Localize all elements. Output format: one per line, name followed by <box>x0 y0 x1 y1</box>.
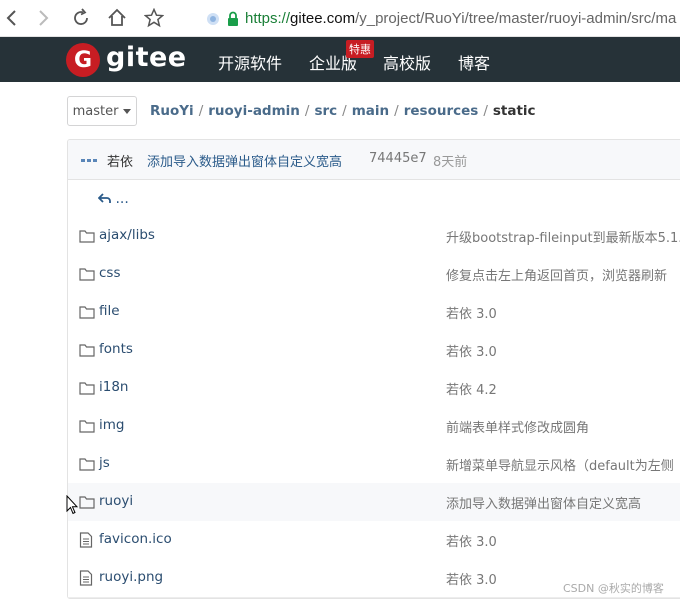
file-name-link[interactable]: file <box>99 303 120 319</box>
commit-sha[interactable]: 74445e7 <box>369 151 427 166</box>
file-icon <box>79 570 93 590</box>
caret-down-icon <box>123 108 132 114</box>
file-commit-message[interactable]: 若依 4.2 <box>446 379 497 398</box>
folder-icon <box>79 418 95 437</box>
file-name-link[interactable]: ruoyi <box>99 493 133 509</box>
watermark: CSDN @秋实的博客 <box>563 582 664 595</box>
breadcrumb-item[interactable]: resources <box>404 103 479 119</box>
parent-directory-link[interactable]: ... <box>97 191 129 207</box>
commit-message[interactable]: 添加导入数据弹出窗体自定义宽高 <box>147 151 342 170</box>
back-icon[interactable] <box>0 6 24 30</box>
folder-icon <box>79 456 95 475</box>
breadcrumb-separator: / <box>198 103 204 119</box>
home-icon[interactable] <box>105 6 129 30</box>
parent-directory-label: ... <box>115 191 129 207</box>
file-name-link[interactable]: i18n <box>99 379 129 395</box>
reload-icon[interactable] <box>69 6 93 30</box>
commit-author[interactable]: 若依 <box>107 151 133 170</box>
parent-directory-row[interactable]: ... <box>68 179 680 218</box>
bookmark-star-icon[interactable] <box>142 6 166 30</box>
breadcrumb-separator: / <box>394 103 399 119</box>
breadcrumb-current: static <box>492 103 536 119</box>
file-table: 若依 添加导入数据弹出窗体自定义宽高 74445e7 8天前 ... ajax/… <box>67 139 680 599</box>
gitee-logo-text[interactable]: gitee <box>106 42 187 73</box>
file-row[interactable]: fonts 若依 3.0 <box>68 331 680 370</box>
file-name-link[interactable]: js <box>99 455 110 471</box>
reply-arrow-icon <box>97 193 111 203</box>
url-host: gitee.com <box>290 9 356 27</box>
file-name-link[interactable]: css <box>99 265 121 281</box>
file-row[interactable]: js 新增菜单导航显示风格（default为左侧 <box>68 445 680 484</box>
browser-toolbar: https://gitee.com/y_project/RuoYi/tree/m… <box>0 0 680 37</box>
latest-commit-row: 若依 添加导入数据弹出窗体自定义宽高 74445e7 8天前 <box>68 140 680 180</box>
folder-icon <box>79 304 95 323</box>
branch-label: master <box>72 103 119 119</box>
file-row[interactable]: css 修复点击左上角返回首页，浏览器刷新 <box>68 255 680 294</box>
breadcrumb-separator: / <box>483 103 488 119</box>
file-name-link[interactable]: ajax/libs <box>99 227 155 243</box>
file-icon <box>79 532 93 552</box>
file-commit-message[interactable]: 若依 3.0 <box>446 303 497 322</box>
breadcrumb-separator: / <box>304 103 310 119</box>
gitee-logo-icon[interactable]: G <box>66 43 100 77</box>
branch-select[interactable]: master <box>67 96 137 126</box>
file-commit-message[interactable]: 新增菜单导航显示风格（default为左侧 <box>446 455 674 474</box>
nav-education[interactable]: 高校版 <box>383 50 431 74</box>
forward-icon[interactable] <box>31 6 55 30</box>
file-row[interactable]: favicon.ico 若依 3.0 <box>68 521 680 560</box>
nav-open-source[interactable]: 开源软件 <box>218 50 282 74</box>
file-name-link[interactable]: img <box>99 417 124 433</box>
file-commit-message[interactable]: 若依 3.0 <box>446 531 497 550</box>
lock-icon <box>221 7 245 31</box>
file-name-link[interactable]: favicon.ico <box>99 531 172 547</box>
breadcrumb-separator: / <box>342 103 347 119</box>
file-commit-message[interactable]: 若依 3.0 <box>446 341 497 360</box>
folder-icon <box>79 494 95 513</box>
breadcrumb-item[interactable]: main <box>352 103 389 119</box>
file-row[interactable]: file 若依 3.0 <box>68 293 680 332</box>
folder-icon <box>79 342 95 361</box>
commit-time: 8天前 <box>433 155 468 170</box>
file-row[interactable]: ajax/libs 升级bootstrap-fileinput到最新版本5.1. <box>68 217 680 256</box>
commit-dots-icon <box>81 159 97 162</box>
nav-blog[interactable]: 博客 <box>458 50 490 74</box>
url-scheme: https:// <box>245 9 291 27</box>
file-row[interactable]: i18n 若依 4.2 <box>68 369 680 408</box>
file-commit-message[interactable]: 修复点击左上角返回首页，浏览器刷新 <box>446 265 667 284</box>
mouse-cursor-icon <box>66 494 79 519</box>
file-name-link[interactable]: fonts <box>99 341 133 357</box>
folder-icon <box>79 266 95 285</box>
breadcrumb-item[interactable]: src <box>314 103 337 119</box>
folder-icon <box>79 228 95 247</box>
breadcrumb-item[interactable]: ruoyi-admin <box>208 103 300 119</box>
address-bar[interactable]: https://gitee.com/y_project/RuoYi/tree/m… <box>245 5 680 31</box>
file-row[interactable]: img 前端表单样式修改成圆角 <box>68 407 680 446</box>
url-path: /y_project/RuoYi/tree/master/ruoyi-admin… <box>355 9 677 27</box>
promo-badge: 特惠 <box>346 40 374 58</box>
folder-icon <box>79 380 95 399</box>
file-commit-message[interactable]: 添加导入数据弹出窗体自定义宽高 <box>446 493 641 512</box>
breadcrumb: RuoYi / ruoyi-admin / src / main / resources / sta… <box>150 103 536 119</box>
file-commit-message[interactable]: 若依 3.0 <box>446 569 497 588</box>
file-commit-message[interactable]: 升级bootstrap-fileinput到最新版本5.1. <box>446 227 680 246</box>
file-commit-message[interactable]: 前端表单样式修改成圆角 <box>446 417 589 436</box>
file-row[interactable]: ruoyi 添加导入数据弹出窗体自定义宽高 <box>68 483 680 522</box>
file-name-link[interactable]: ruoyi.png <box>99 569 163 585</box>
breadcrumb-item[interactable]: RuoYi <box>150 103 194 119</box>
